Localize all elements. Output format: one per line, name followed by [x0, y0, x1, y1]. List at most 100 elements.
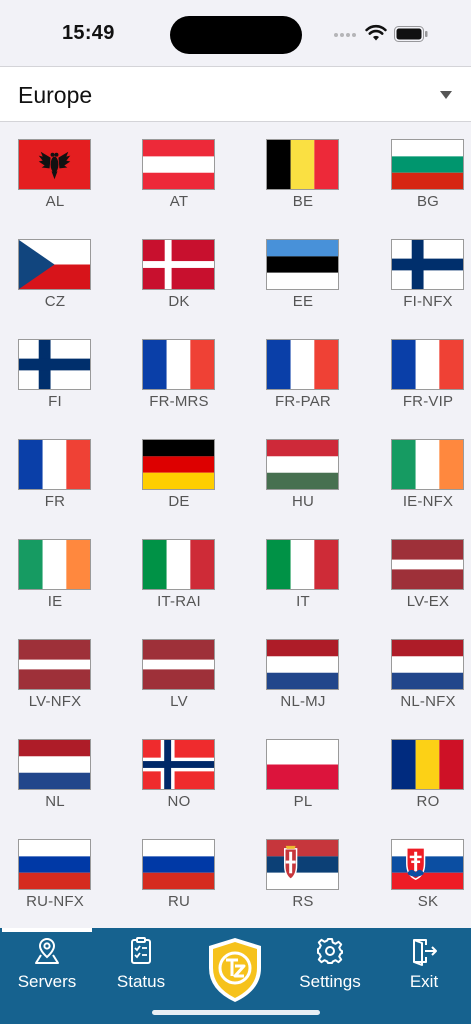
server-item-fr-mrs[interactable]: FR-MRS: [124, 323, 234, 419]
flag-label-no: NO: [167, 793, 191, 810]
flag-nl-mj-icon: [266, 639, 339, 690]
server-item-it-rai[interactable]: IT-RAI: [124, 523, 234, 619]
flag-label-nl-nfx: NL-NFX: [400, 693, 456, 710]
flag-label-hu: HU: [291, 493, 315, 510]
server-item-nl-mj[interactable]: NL-MJ: [248, 623, 358, 719]
flag-label-fr-par: FR-PAR: [275, 393, 331, 410]
flag-ru-icon: [142, 839, 215, 890]
flag-fr-icon: [18, 439, 91, 490]
flag-label-bg: BG: [416, 193, 440, 210]
flag-label-it-rai: IT-RAI: [157, 593, 201, 610]
flag-ru-nfx-icon: [18, 839, 91, 890]
flag-dk-icon: [142, 239, 215, 290]
tab-settings-label: Settings: [299, 972, 361, 991]
server-item-dk[interactable]: DK: [124, 223, 234, 319]
flag-label-fr: FR: [44, 493, 66, 510]
server-item-be[interactable]: BE: [248, 123, 358, 219]
server-item-ie[interactable]: IE: [0, 523, 110, 619]
flag-label-nl: NL: [45, 793, 65, 810]
server-item-lv[interactable]: LV: [124, 623, 234, 719]
flag-it-icon: [266, 539, 339, 590]
server-item-fi[interactable]: FI: [0, 323, 110, 419]
flag-label-rs: RS: [292, 893, 314, 910]
server-item-ru-nfx[interactable]: RU-NFX: [0, 823, 110, 919]
server-item-al[interactable]: AL: [0, 123, 110, 219]
home-indicator[interactable]: [152, 1010, 320, 1015]
server-item-bg[interactable]: BG: [373, 123, 471, 219]
flag-label-dk: DK: [168, 293, 190, 310]
server-item-lv-ex[interactable]: LV-EX: [373, 523, 471, 619]
tab-servers-label: Servers: [17, 972, 77, 991]
flag-label-at: AT: [169, 193, 189, 210]
flag-label-lv: LV: [170, 693, 188, 710]
flag-label-ro: RO: [416, 793, 440, 810]
server-item-it[interactable]: IT: [248, 523, 358, 619]
flag-nl-nfx-icon: [391, 639, 464, 690]
wifi-icon: [365, 24, 387, 41]
flag-it-rai-icon: [142, 539, 215, 590]
server-flag-grid[interactable]: AL AT BE BG CZ DK EE FI-NFX FI FR-MRS FR…: [0, 123, 471, 928]
server-item-fr[interactable]: FR: [0, 423, 110, 519]
flag-label-fi: FI: [48, 393, 62, 410]
server-item-ru[interactable]: RU: [124, 823, 234, 919]
tab-settings[interactable]: Settings: [283, 934, 377, 996]
flag-label-fr-vip: FR-VIP: [402, 393, 454, 410]
flag-be-icon: [266, 139, 339, 190]
tab-status[interactable]: Status: [94, 934, 188, 996]
region-selector[interactable]: Europe: [0, 66, 471, 122]
active-tab-indicator: [2, 928, 92, 932]
flag-fr-mrs-icon: [142, 339, 215, 390]
flag-label-de: DE: [168, 493, 190, 510]
server-item-sk[interactable]: SK: [373, 823, 471, 919]
flag-label-sk: SK: [417, 893, 439, 910]
flag-ee-icon: [266, 239, 339, 290]
server-item-hu[interactable]: HU: [248, 423, 358, 519]
flag-label-ru-nfx: RU-NFX: [26, 893, 84, 910]
server-item-ro[interactable]: RO: [373, 723, 471, 819]
flag-hu-icon: [266, 439, 339, 490]
flag-pl-icon: [266, 739, 339, 790]
flag-de-icon: [142, 439, 215, 490]
flag-at-icon: [142, 139, 215, 190]
dropdown-caret-icon: [440, 91, 452, 99]
status-time: 15:49: [62, 22, 115, 44]
flag-ie-icon: [18, 539, 91, 590]
flag-label-ee: EE: [292, 293, 314, 310]
server-item-nl-nfx[interactable]: NL-NFX: [373, 623, 471, 719]
server-item-pl[interactable]: PL: [248, 723, 358, 819]
server-item-de[interactable]: DE: [124, 423, 234, 519]
flag-label-ie-nfx: IE-NFX: [402, 493, 454, 510]
flag-label-it: IT: [296, 593, 310, 610]
gear-icon: [317, 938, 343, 964]
flag-bg-icon: [391, 139, 464, 190]
server-item-fi-nfx[interactable]: FI-NFX: [373, 223, 471, 319]
server-item-ee[interactable]: EE: [248, 223, 358, 319]
flag-label-be: BE: [292, 193, 314, 210]
server-item-no[interactable]: NO: [124, 723, 234, 819]
flag-label-cz: CZ: [44, 293, 66, 310]
server-item-ie-nfx[interactable]: IE-NFX: [373, 423, 471, 519]
shield-logo-icon[interactable]: [205, 936, 265, 1004]
flag-label-lv-ex: LV-EX: [406, 593, 450, 610]
server-item-fr-par[interactable]: FR-PAR: [248, 323, 358, 419]
flag-fr-par-icon: [266, 339, 339, 390]
status-bar: 15:49: [0, 0, 471, 66]
exit-door-icon: [413, 939, 437, 966]
cellular-signal-icon: [334, 33, 356, 37]
server-item-cz[interactable]: CZ: [0, 223, 110, 319]
flag-lv-ex-icon: [391, 539, 464, 590]
flag-lv-icon: [142, 639, 215, 690]
server-item-rs[interactable]: RS: [248, 823, 358, 919]
server-item-fr-vip[interactable]: FR-VIP: [373, 323, 471, 419]
flag-ro-icon: [391, 739, 464, 790]
tab-servers[interactable]: Servers: [0, 934, 94, 996]
dynamic-island: [170, 16, 302, 54]
battery-icon: [394, 26, 428, 42]
flag-label-ie: IE: [47, 593, 63, 610]
map-pin-icon: [35, 937, 59, 964]
server-item-nl[interactable]: NL: [0, 723, 110, 819]
server-item-lv-nfx[interactable]: LV-NFX: [0, 623, 110, 719]
tab-exit[interactable]: Exit: [377, 934, 471, 996]
server-item-at[interactable]: AT: [124, 123, 234, 219]
flag-ie-nfx-icon: [391, 439, 464, 490]
